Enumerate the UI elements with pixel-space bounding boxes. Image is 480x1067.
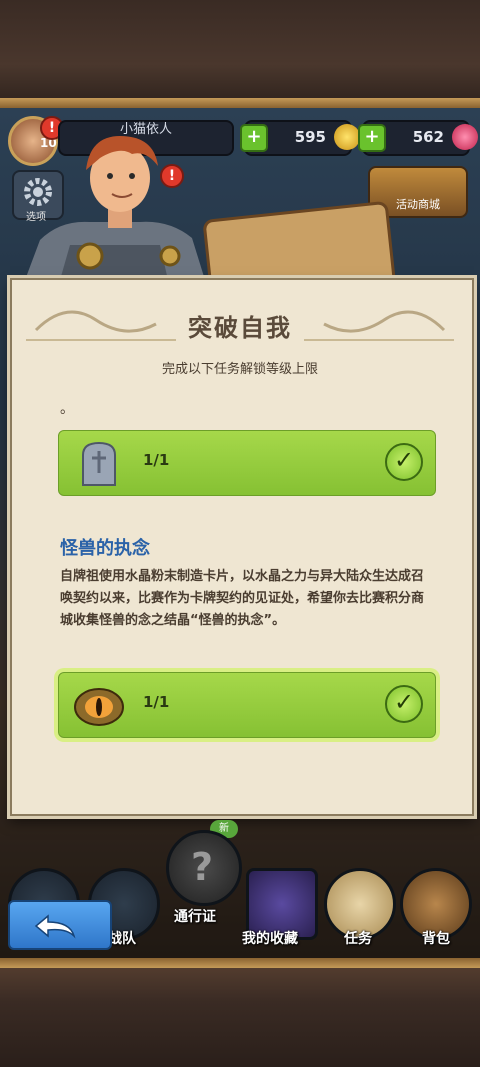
gem-icon xyxy=(452,124,478,150)
nav-label-backpack: 背包 xyxy=(422,931,450,947)
nav-label-quests: 任务 xyxy=(344,931,372,947)
question-mark-icon: ? xyxy=(191,845,214,889)
nav-item-pass[interactable]: ? xyxy=(166,830,242,906)
add-gem-button[interactable]: + xyxy=(358,124,386,152)
gem-bar: + 562 xyxy=(358,120,478,156)
bottom-frame xyxy=(0,958,480,1067)
dialog-subtitle: 完成以下任务解锁等级上限 xyxy=(161,362,318,377)
section-title: 怪兽的执念 xyxy=(60,538,150,559)
monster-eye-icon xyxy=(74,688,124,726)
gold-bar: + 595 xyxy=(240,120,360,156)
task-row-1: 1/1 xyxy=(58,430,436,496)
add-gold-button[interactable]: + xyxy=(240,124,268,152)
gold-amount: 595 xyxy=(294,128,326,146)
back-button[interactable] xyxy=(8,900,112,950)
task-description: 自牌祖使用水晶粉末制造卡片，以水晶之力与异大陆众生达成召唤契约以来，比赛作为卡牌… xyxy=(60,569,425,628)
task-count-2: 1/1 xyxy=(143,693,170,711)
gold-coin-icon xyxy=(334,124,360,150)
check-icon xyxy=(385,443,423,481)
task-row-2: 1/1 xyxy=(58,672,436,738)
nav-label-collection: 我的收藏 xyxy=(242,931,298,947)
top-frame xyxy=(0,0,480,108)
hero-portrait xyxy=(25,136,205,280)
event-shop-label: 活动商城 xyxy=(396,198,440,211)
check-icon xyxy=(385,685,423,723)
nav-label-team: 战队 xyxy=(108,931,136,947)
back-arrow-icon xyxy=(34,914,76,939)
stray-text: 。 xyxy=(60,401,74,417)
tombstone-icon xyxy=(82,441,116,486)
gem-amount: 562 xyxy=(412,128,444,146)
nav-label-pass: 通行证 xyxy=(174,909,216,925)
dialog-title: 突破自我 xyxy=(188,314,292,342)
task-count-1: 1/1 xyxy=(143,451,170,469)
